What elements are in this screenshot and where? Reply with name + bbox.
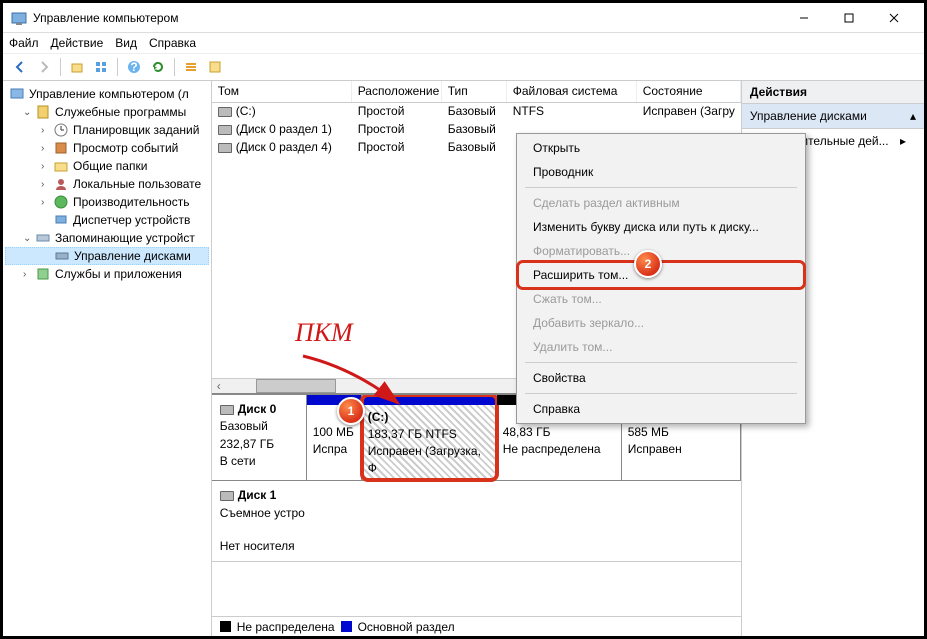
menubar: Файл Действие Вид Справка (3, 33, 924, 53)
nav-tree[interactable]: Управление компьютером (л ⌄Служебные про… (3, 81, 212, 636)
ctx-help[interactable]: Справка (519, 397, 803, 421)
window-title: Управление компьютером (33, 11, 781, 25)
context-menu: Открыть Проводник Сделать раздел активны… (516, 133, 806, 424)
legend-swatch-primary (341, 621, 352, 632)
actions-header: Действия (742, 81, 924, 104)
tree-devicemgr[interactable]: Диспетчер устройств (5, 211, 209, 229)
col-status[interactable]: Состояние (637, 81, 741, 102)
disk-icon (220, 405, 234, 415)
drive-icon (218, 107, 232, 117)
legend: Не распределена Основной раздел (212, 616, 741, 636)
ctx-explorer[interactable]: Проводник (519, 160, 803, 184)
drive-icon (218, 125, 232, 135)
detail-button[interactable] (204, 56, 226, 78)
tree-storage-group[interactable]: ⌄Запоминающие устройст (5, 229, 209, 247)
tree-sharedfolders[interactable]: ›Общие папки (5, 157, 209, 175)
col-filesystem[interactable]: Файловая система (507, 81, 637, 102)
menu-action[interactable]: Действие (51, 36, 104, 50)
legend-swatch-unallocated (220, 621, 231, 632)
view-toggle-button[interactable] (90, 56, 112, 78)
disk-graphic-area: Диск 0 Базовый232,87 ГБВ сети 100 МБИспр… (212, 394, 741, 616)
tree-services-group[interactable]: ⌄Служебные программы (5, 103, 209, 121)
forward-button[interactable] (33, 56, 55, 78)
collapse-icon: ▴ (910, 109, 916, 123)
disk-icon (220, 491, 234, 501)
menu-help[interactable]: Справка (149, 36, 196, 50)
help-button[interactable]: ? (123, 56, 145, 78)
menu-view[interactable]: Вид (115, 36, 137, 50)
ctx-delete-volume: Удалить том... (519, 335, 803, 359)
col-layout[interactable]: Расположение (352, 81, 442, 102)
ctx-open[interactable]: Открыть (519, 136, 803, 160)
ctx-properties[interactable]: Свойства (519, 366, 803, 390)
refresh-button[interactable] (147, 56, 169, 78)
svg-text:?: ? (130, 60, 137, 74)
col-volume[interactable]: Том (212, 81, 352, 102)
list-button[interactable] (180, 56, 202, 78)
ctx-make-active: Сделать раздел активным (519, 191, 803, 215)
col-type[interactable]: Тип (442, 81, 507, 102)
tree-eventviewer[interactable]: ›Просмотр событий (5, 139, 209, 157)
tree-apps[interactable]: ›Службы и приложения (5, 265, 209, 283)
up-button[interactable] (66, 56, 88, 78)
drive-icon (218, 143, 232, 153)
disk-1-row: Диск 1 Съемное устроНет носителя (212, 481, 741, 562)
ctx-add-mirror: Добавить зеркало... (519, 311, 803, 335)
toolbar: ? (3, 53, 924, 81)
titlebar: Управление компьютером (3, 3, 924, 33)
annotation-badge-1: 1 (337, 397, 365, 425)
annotation-badge-2: 2 (634, 250, 662, 278)
close-button[interactable] (871, 4, 916, 32)
app-icon (11, 10, 27, 26)
annotation-pkm-label: ПКМ (295, 318, 353, 348)
menu-file[interactable]: Файл (9, 36, 39, 50)
minimize-button[interactable] (781, 4, 826, 32)
volume-header[interactable]: Том Расположение Тип Файловая система Со… (212, 81, 741, 103)
ctx-shrink-volume: Сжать том... (519, 287, 803, 311)
tree-localusers[interactable]: ›Локальные пользовате (5, 175, 209, 193)
tree-performance[interactable]: ›Производительность (5, 193, 209, 211)
back-button[interactable] (9, 56, 31, 78)
chevron-right-icon: ▸ (900, 134, 906, 148)
volume-row[interactable]: (C:) ПростойБазовыйNTFSИсправен (Загру (212, 103, 741, 121)
disk-1-label[interactable]: Диск 1 Съемное устроНет носителя (212, 481, 741, 561)
tree-scheduler[interactable]: ›Планировщик заданий (5, 121, 209, 139)
actions-diskmgmt[interactable]: Управление дисками▴ (742, 104, 924, 129)
tree-diskmgmt[interactable]: Управление дисками (5, 247, 209, 265)
maximize-button[interactable] (826, 4, 871, 32)
ctx-change-letter[interactable]: Изменить букву диска или путь к диску... (519, 215, 803, 239)
tree-root[interactable]: Управление компьютером (л (5, 85, 209, 103)
